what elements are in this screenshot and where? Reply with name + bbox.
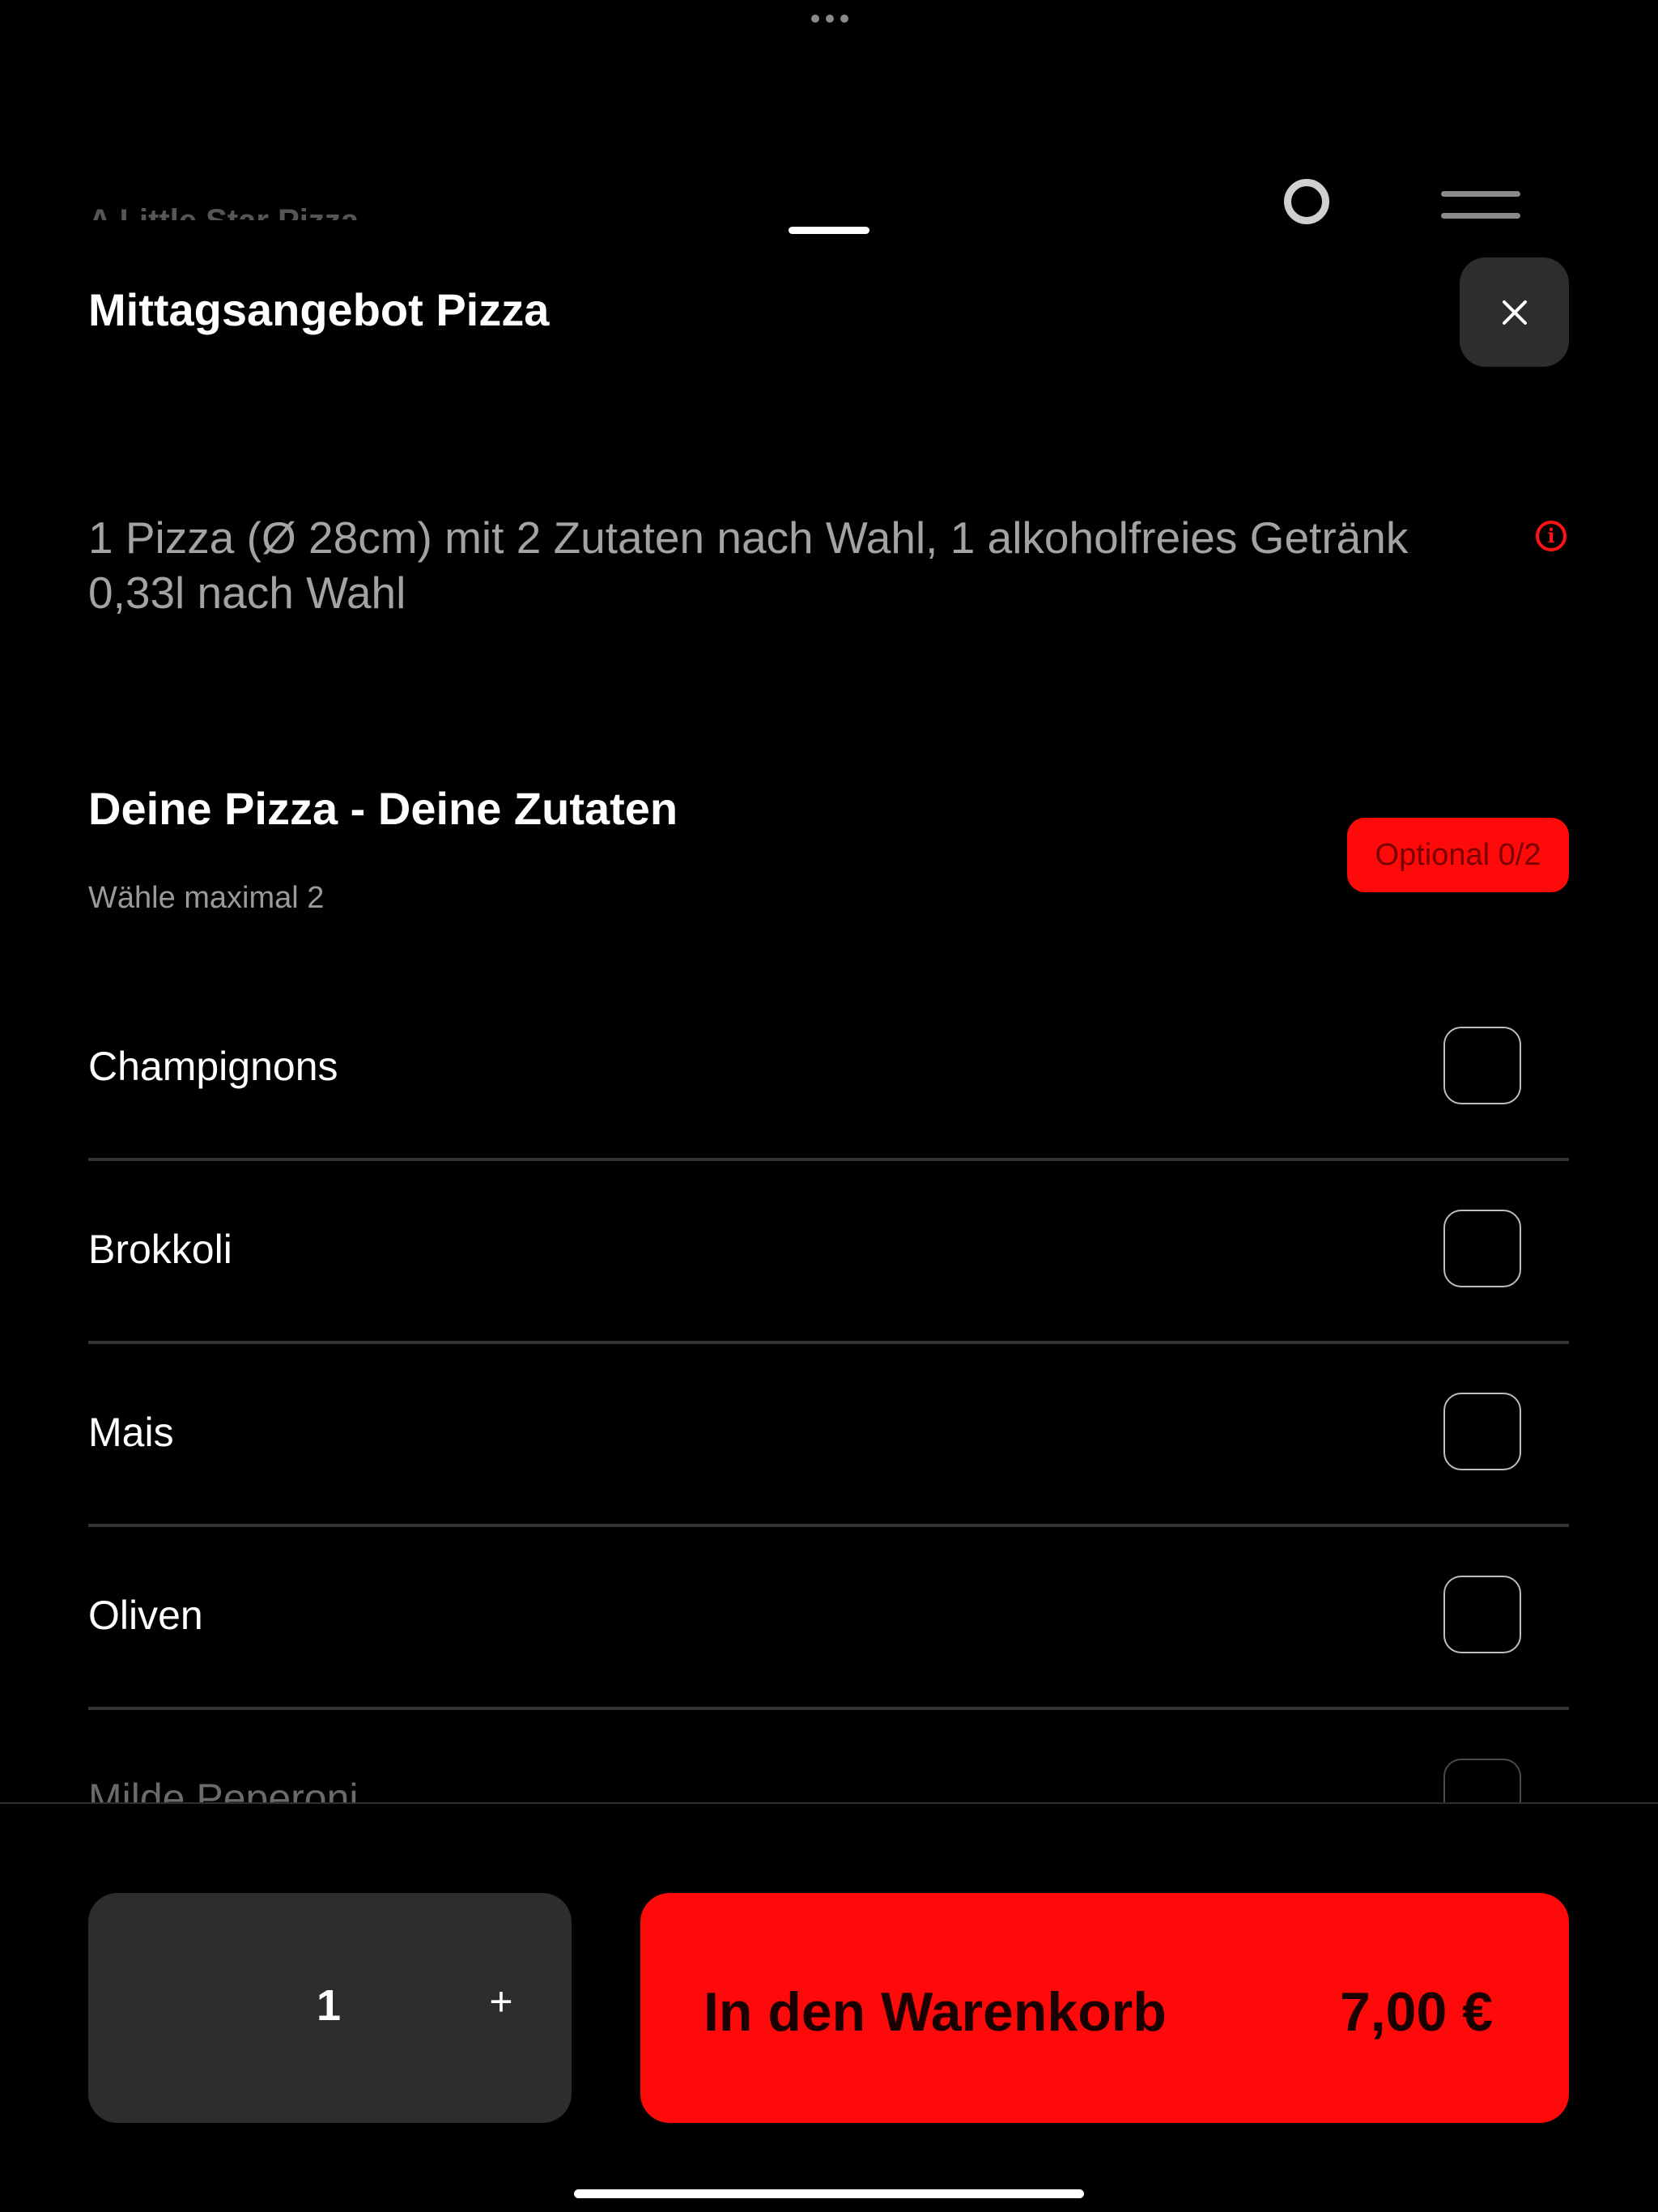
dot [811, 15, 819, 23]
section-subtitle: Wähle maximal 2 [88, 881, 325, 915]
background-menu-icon [1441, 191, 1520, 235]
quantity-stepper: 1 + [88, 1893, 572, 2123]
checkbox[interactable] [1443, 1576, 1521, 1653]
product-description: 1 Pizza (Ø 28cm) mit 2 Zutaten nach Wahl… [88, 513, 1409, 618]
menu-bar [1441, 191, 1520, 197]
info-icon[interactable]: i [1536, 521, 1567, 551]
home-indicator[interactable] [574, 2189, 1084, 2198]
price-label: 7,00 € [1339, 1981, 1493, 2043]
close-button[interactable] [1460, 257, 1569, 367]
list-item-label: Champignons [88, 1044, 338, 1089]
list-item-label: Oliven [88, 1593, 203, 1638]
dot [840, 15, 848, 23]
optional-status-badge: Optional 0/2 [1347, 818, 1569, 892]
add-to-cart-label: In den Warenkorb [704, 1981, 1167, 2043]
section-title: Deine Pizza - Deine Zutaten [88, 783, 678, 834]
dot [826, 15, 834, 23]
sheet-title: Mittagsangebot Pizza [88, 284, 550, 335]
list-item[interactable]: Brokkoli [88, 1161, 1569, 1344]
menu-bar [1441, 213, 1520, 219]
window-more-dots-icon[interactable] [811, 15, 848, 23]
checkbox[interactable] [1443, 1393, 1521, 1470]
list-item[interactable]: Milde Peperoni [88, 1710, 1569, 1802]
close-icon [1502, 300, 1527, 325]
add-to-cart-button[interactable]: In den Warenkorb 7,00 € [640, 1893, 1569, 2123]
footer-divider [0, 1802, 1658, 1804]
list-item-label: Brokkoli [88, 1227, 232, 1272]
checkbox[interactable] [1443, 1759, 1521, 1802]
checkbox[interactable] [1443, 1210, 1521, 1287]
list-item[interactable]: Mais [88, 1344, 1569, 1527]
background-status-circle-icon [1284, 179, 1329, 224]
quantity-value: 1 [317, 1981, 342, 2030]
checkbox[interactable] [1443, 1027, 1521, 1104]
background-restaurant-name: A Little Star Pizza [88, 199, 359, 220]
list-item[interactable]: Oliven [88, 1527, 1569, 1710]
topping-list: Champignons Brokkoli Mais Oliven Milde P… [88, 978, 1569, 1802]
sheet-grabber-handle[interactable] [789, 227, 869, 234]
list-item-label: Milde Peperoni [88, 1776, 359, 1802]
list-item-label: Mais [88, 1410, 174, 1455]
plus-button[interactable]: + [469, 1969, 534, 2034]
list-item[interactable]: Champignons [88, 978, 1569, 1161]
